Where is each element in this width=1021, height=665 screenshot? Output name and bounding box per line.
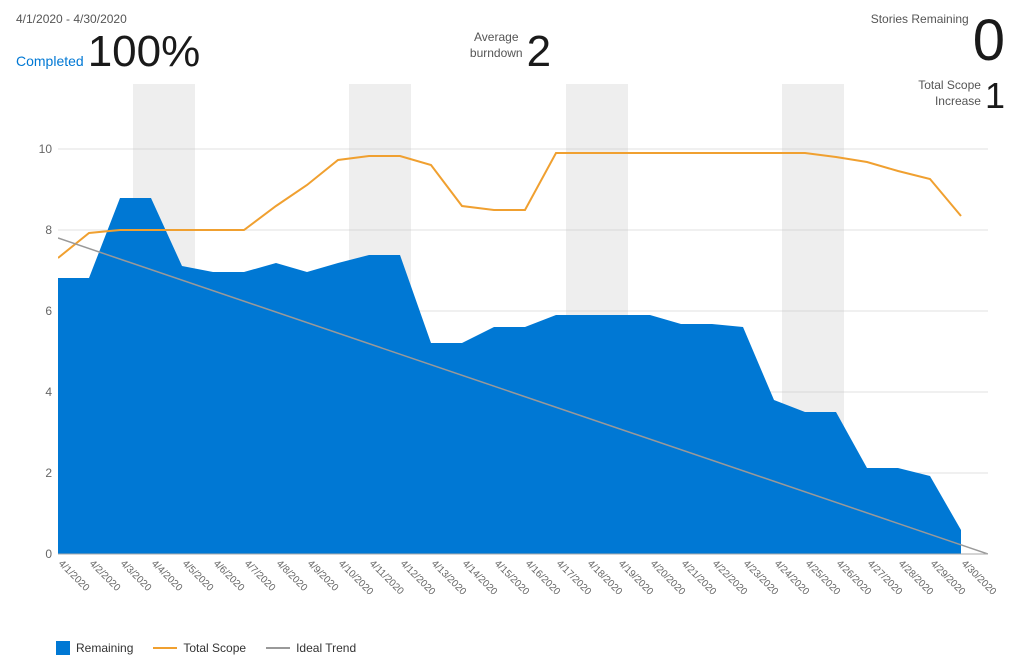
- svg-text:4/2/2020: 4/2/2020: [87, 558, 123, 594]
- avg-burndown-value: 2: [527, 30, 551, 74]
- total-scope-label: Total Scope: [183, 641, 246, 655]
- avg-burndown-label: Average burndown: [470, 30, 523, 61]
- chart-svg: 0 2 4 6 8 10: [16, 84, 996, 594]
- svg-text:4: 4: [45, 385, 52, 399]
- svg-text:4/6/2020: 4/6/2020: [211, 558, 247, 594]
- svg-text:4/1/2020: 4/1/2020: [56, 558, 92, 594]
- remaining-color-box: [56, 641, 70, 655]
- chart-legend: Remaining Total Scope Ideal Trend: [16, 641, 356, 655]
- avg-burndown-metric: Average burndown 2: [470, 30, 551, 74]
- svg-text:8: 8: [45, 223, 52, 237]
- svg-text:6: 6: [45, 304, 52, 318]
- svg-text:4/5/2020: 4/5/2020: [180, 558, 216, 594]
- ideal-trend-label: Ideal Trend: [296, 641, 356, 655]
- svg-text:4/3/2020: 4/3/2020: [118, 558, 154, 594]
- main-container: 4/1/2020 - 4/30/2020 Stories Remaining 0…: [0, 0, 1021, 665]
- svg-text:4/8/2020: 4/8/2020: [274, 558, 310, 594]
- svg-text:0: 0: [45, 547, 52, 561]
- ideal-trend-color-line: [266, 647, 290, 649]
- completed-metric: Completed 100%: [16, 30, 200, 74]
- svg-text:4/9/2020: 4/9/2020: [305, 558, 341, 594]
- svg-text:4/7/2020: 4/7/2020: [242, 558, 278, 594]
- date-range: 4/1/2020 - 4/30/2020: [16, 12, 1005, 26]
- total-scope-color-line: [153, 647, 177, 649]
- remaining-label: Remaining: [76, 641, 133, 655]
- legend-total-scope: Total Scope: [153, 641, 246, 655]
- svg-text:10: 10: [39, 142, 53, 156]
- burndown-chart: 0 2 4 6 8 10: [16, 84, 1005, 614]
- stories-remaining-label: Stories Remaining: [871, 12, 969, 28]
- completed-value: 100%: [88, 30, 201, 74]
- completed-label: Completed: [16, 53, 84, 69]
- svg-text:2: 2: [45, 466, 52, 480]
- legend-remaining: Remaining: [56, 641, 133, 655]
- metrics-row: Completed 100% Average burndown 2 Total …: [16, 30, 1005, 74]
- legend-ideal-trend: Ideal Trend: [266, 641, 356, 655]
- svg-text:4/4/2020: 4/4/2020: [149, 558, 185, 594]
